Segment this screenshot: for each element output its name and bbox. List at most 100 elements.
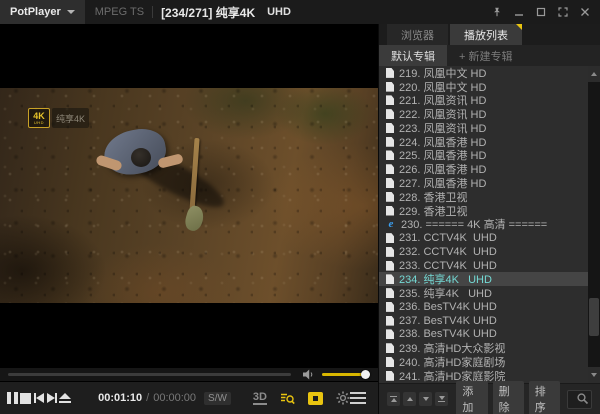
playlist-list: 219. 凤凰中文 HD 220. 凤凰中文 HD 221. 凤凰资讯 HD 2… bbox=[379, 66, 588, 383]
time-display: 00:01:10 / 00:00:00 S/W bbox=[98, 392, 231, 405]
sort-button[interactable]: 排序 bbox=[529, 381, 560, 414]
tab-playlist[interactable]: 播放列表 bbox=[450, 24, 522, 45]
volume-knob[interactable] bbox=[361, 370, 370, 379]
playlist-item[interactable]: 236. BesTV4K UHD bbox=[379, 300, 588, 314]
playlist-item[interactable]: 226. 凤凰香港 HD bbox=[379, 162, 588, 176]
file-icon bbox=[386, 206, 394, 216]
playlist-item[interactable]: 227. 凤凰香港 HD bbox=[379, 176, 588, 190]
file-icon bbox=[386, 288, 394, 298]
playlist-item-label: 235. 纯享4K UHD bbox=[399, 286, 492, 300]
playlist-item[interactable]: 229. 香港卫视 bbox=[379, 204, 588, 218]
playlist-item[interactable]: 234. 纯享4K UHD bbox=[379, 272, 588, 286]
pause-button[interactable] bbox=[6, 385, 19, 411]
playlist-item-label: 227. 凤凰香港 HD bbox=[399, 176, 486, 190]
playlist-item[interactable]: 224. 凤凰香港 HD bbox=[379, 135, 588, 149]
file-icon bbox=[386, 316, 394, 326]
playlist-item-label: 231. CCTV4K UHD bbox=[399, 232, 497, 244]
playlist-item[interactable]: e 230. ====== 4K 高清 ====== bbox=[379, 217, 588, 231]
file-icon bbox=[386, 371, 394, 381]
seek-volume-row bbox=[0, 368, 378, 381]
playlist-item[interactable]: 220. 凤凰中文 HD bbox=[379, 80, 588, 94]
fullscreen-icon[interactable] bbox=[552, 0, 574, 24]
playlist-item-label: 220. 凤凰中文 HD bbox=[399, 80, 486, 94]
playlist-item[interactable]: 240. 高清HD家庭剧场 bbox=[379, 355, 588, 369]
scrollbar-thumb[interactable] bbox=[589, 298, 599, 336]
playlist-scrollbar[interactable] bbox=[588, 66, 600, 383]
scroll-up-icon[interactable] bbox=[588, 66, 600, 82]
playlist-item[interactable]: 223. 凤凰资讯 HD bbox=[379, 121, 588, 135]
playlist-item[interactable]: 225. 凤凰香港 HD bbox=[379, 149, 588, 163]
tab-browser[interactable]: 浏览器 bbox=[387, 24, 448, 45]
add-button[interactable]: 添加 bbox=[456, 381, 487, 414]
file-icon bbox=[386, 164, 394, 174]
playlist-item-label: 238. BesTV4K UHD bbox=[399, 328, 497, 340]
volume-slider[interactable] bbox=[322, 373, 370, 376]
file-icon bbox=[386, 233, 394, 243]
file-icon bbox=[386, 137, 394, 147]
file-icon bbox=[386, 68, 394, 78]
search-icon bbox=[576, 392, 589, 410]
move-top-icon[interactable] bbox=[387, 392, 400, 406]
move-bottom-icon[interactable] bbox=[435, 392, 448, 406]
file-icon bbox=[386, 302, 394, 312]
playlist-toggle-icon[interactable] bbox=[308, 392, 323, 405]
maximize-icon[interactable] bbox=[530, 0, 552, 24]
app-name: PotPlayer bbox=[10, 6, 61, 18]
uhd-logo-text: UHD bbox=[34, 121, 44, 125]
album-default[interactable]: 默认专辑 bbox=[379, 45, 447, 66]
settings-gear-icon[interactable] bbox=[336, 391, 350, 405]
decoder-badge: S/W bbox=[204, 392, 231, 405]
scene-search-icon[interactable] bbox=[280, 392, 295, 405]
now-playing-suffix: UHD bbox=[267, 6, 291, 18]
4k-logo-badge: 4K UHD bbox=[28, 108, 50, 128]
speaker-icon[interactable] bbox=[303, 369, 316, 380]
playlist-item[interactable]: 238. BesTV4K UHD bbox=[379, 328, 588, 342]
3d-icon[interactable]: 3D bbox=[253, 391, 267, 405]
window-controls bbox=[486, 0, 600, 24]
file-icon bbox=[386, 357, 394, 367]
playlist-item[interactable]: 221. 凤凰资讯 HD bbox=[379, 94, 588, 108]
move-up-icon[interactable] bbox=[403, 392, 416, 406]
active-tab-marker bbox=[516, 24, 522, 30]
eject-button[interactable] bbox=[59, 385, 72, 411]
seek-bar[interactable] bbox=[8, 373, 291, 376]
playlist-item-label: 236. BesTV4K UHD bbox=[399, 301, 497, 313]
next-button[interactable] bbox=[46, 385, 59, 411]
playlist-item[interactable]: 219. 凤凰中文 HD bbox=[379, 66, 588, 80]
now-playing-title: [234/271] 纯享4K bbox=[161, 4, 255, 21]
previous-button[interactable] bbox=[32, 385, 45, 411]
eject-icon bbox=[59, 393, 71, 403]
playlist-item[interactable]: 222. 凤凰资讯 HD bbox=[379, 107, 588, 121]
video-area[interactable]: 4K UHD 纯享4K bbox=[0, 24, 378, 368]
file-icon bbox=[386, 261, 394, 271]
playlist-item[interactable]: 231. CCTV4K UHD bbox=[379, 231, 588, 245]
playlist-item[interactable]: 233. CCTV4K UHD bbox=[379, 259, 588, 273]
playlist-item[interactable]: 232. CCTV4K UHD bbox=[379, 245, 588, 259]
delete-button[interactable]: 删除 bbox=[493, 381, 524, 414]
playlist-item-label: 219. 凤凰中文 HD bbox=[399, 66, 486, 80]
move-down-icon[interactable] bbox=[419, 392, 432, 406]
current-time: 00:01:10 bbox=[98, 392, 142, 404]
file-icon bbox=[386, 192, 394, 202]
previous-icon bbox=[34, 393, 44, 403]
pin-icon[interactable] bbox=[486, 0, 508, 24]
menu-icon[interactable] bbox=[350, 392, 366, 404]
channel-name-watermark: 纯享4K bbox=[52, 108, 89, 128]
playlist-item[interactable]: 228. 香港卫视 bbox=[379, 190, 588, 204]
minimize-icon[interactable] bbox=[508, 0, 530, 24]
playlist-item[interactable]: 235. 纯享4K UHD bbox=[379, 286, 588, 300]
scroll-down-icon[interactable] bbox=[588, 367, 600, 383]
video-frame: 4K UHD 纯享4K bbox=[0, 88, 378, 303]
close-icon[interactable] bbox=[574, 0, 596, 24]
file-icon bbox=[386, 247, 394, 257]
playlist-item-label: 226. 凤凰香港 HD bbox=[399, 162, 486, 176]
pause-icon bbox=[7, 392, 18, 404]
playlist-item-label: 230. ====== 4K 高清 ====== bbox=[401, 217, 547, 231]
time-separator: / bbox=[146, 392, 149, 404]
stop-button[interactable] bbox=[19, 385, 32, 411]
playlist-item[interactable]: 239. 高清HD大众影视 bbox=[379, 341, 588, 355]
new-album-button[interactable]: + 新建专辑 bbox=[447, 45, 524, 66]
next-icon bbox=[47, 393, 57, 403]
playlist-item[interactable]: 237. BesTV4K UHD bbox=[379, 314, 588, 328]
app-menu-button[interactable]: PotPlayer bbox=[0, 0, 85, 24]
